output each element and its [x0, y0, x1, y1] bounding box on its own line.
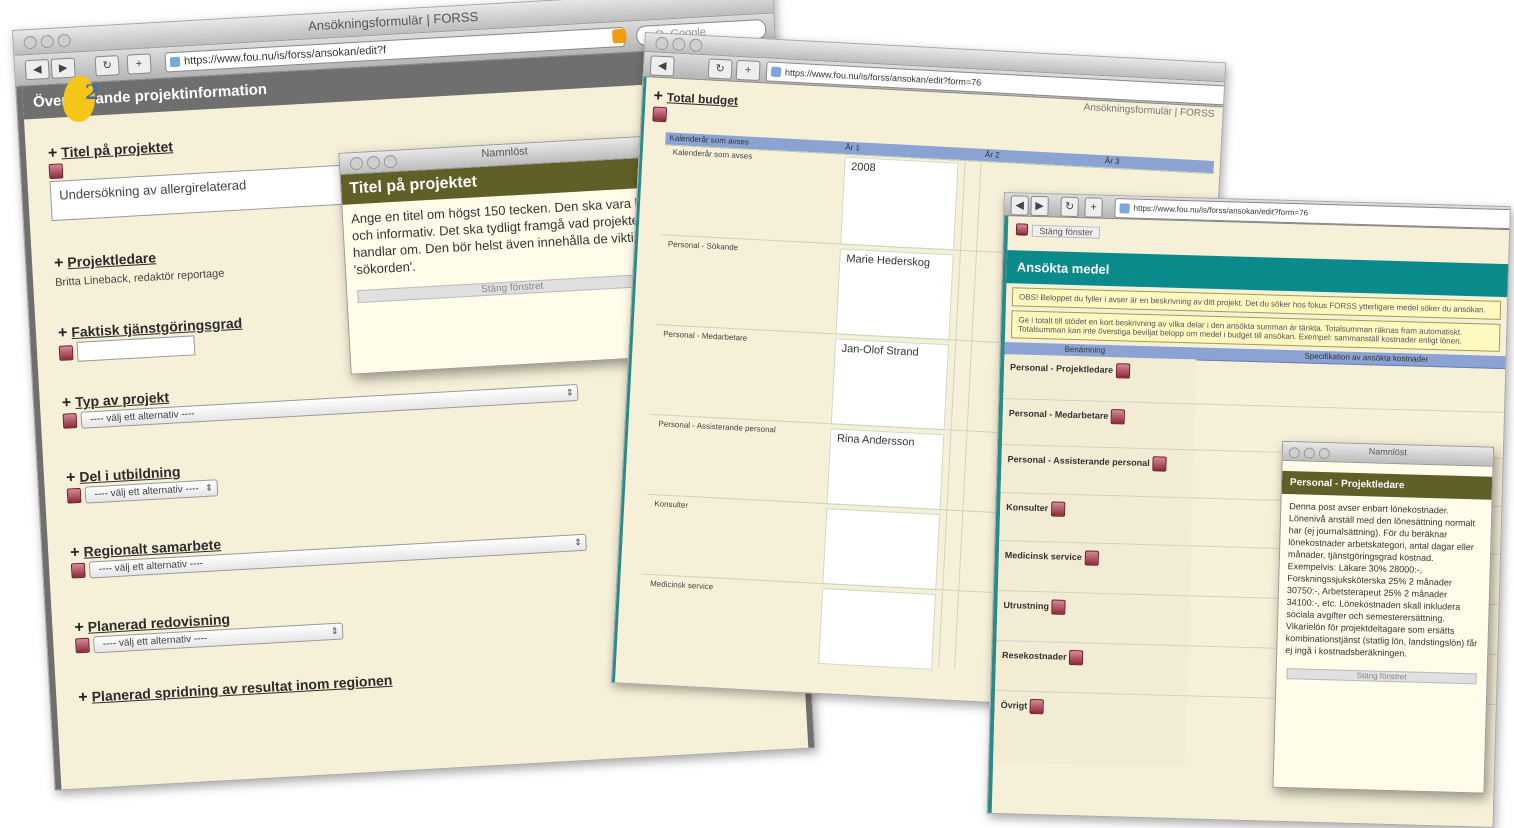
field-regionalt: + Regionalt samarbete ---- välj ett alter… — [70, 516, 588, 581]
back-button[interactable]: ◀ — [24, 58, 50, 81]
reload-button[interactable]: ↻ — [1060, 196, 1079, 218]
help-icon[interactable] — [62, 413, 78, 430]
year1-cell[interactable] — [818, 588, 936, 670]
cost-row-label: Utrustning — [1003, 598, 1066, 615]
close-icon[interactable] — [1015, 223, 1029, 236]
help-icon[interactable] — [1152, 456, 1167, 472]
help-icon[interactable] — [1051, 599, 1066, 615]
cost-row-label: Personal - Assisterande personal — [1007, 452, 1167, 472]
year1-cell[interactable]: Jan-Olof Strand — [830, 338, 950, 431]
add-bookmark-button[interactable]: + — [735, 59, 761, 82]
close-window-button[interactable]: Stäng fönstret — [1286, 668, 1477, 685]
year-1: År 1 — [845, 142, 861, 153]
cost-row-label: Personal - Medarbetare — [1009, 406, 1126, 425]
field-label[interactable]: Planerad spridning av resultat inom regi… — [91, 672, 392, 705]
back-button[interactable]: ◀ — [649, 55, 675, 77]
help-icon[interactable] — [66, 488, 82, 504]
browser-window-ansokta-medel: ◀ ▶ ↻ + https://www.fou.nu/is/forss/anso… — [986, 192, 1511, 828]
reload-button[interactable]: ↻ — [94, 55, 120, 77]
field-typ: + Typ av projekt ---- välj ett alternativ… — [61, 366, 580, 431]
add-bookmark-button[interactable]: + — [1084, 197, 1103, 218]
year1-cell[interactable]: 2008 — [840, 156, 959, 251]
field-faktisk: + Faktisk tjänstgöringsgrad — [58, 315, 244, 363]
reload-button[interactable]: ↻ — [707, 58, 733, 80]
popup-body: Ange en titel om högst 150 tecken. Den s… — [350, 194, 666, 278]
popup-titlebar: Namnlöst — [1282, 441, 1494, 467]
field-projektledare: + Projektledare Britta Lineback, redaktör… — [53, 249, 225, 289]
help-icon[interactable] — [58, 344, 74, 361]
year-3: År 3 — [1104, 156, 1120, 167]
help-icon[interactable] — [75, 637, 90, 654]
cost-row-label: Personal - Projektledare — [1010, 360, 1130, 379]
logo: 2 — [63, 76, 109, 126]
row-label: Personal - Assisterande personal — [658, 419, 776, 435]
forward-button[interactable]: ▶ — [1030, 195, 1049, 217]
year1-cell[interactable] — [822, 508, 941, 591]
logo-text: 2 — [85, 80, 99, 104]
back-button[interactable]: ◀ — [1010, 195, 1029, 216]
help-popup-projektledare: Namnlöst Personal - Projektledare Denna … — [1272, 440, 1495, 794]
help-icon[interactable] — [652, 106, 668, 123]
help-icon[interactable] — [1084, 550, 1099, 566]
year-2: År 2 — [984, 149, 1000, 160]
year1-cell[interactable]: Rina Andersson — [826, 428, 945, 511]
help-icon[interactable] — [1029, 698, 1044, 715]
cost-row-label: Konsulter — [1006, 500, 1065, 517]
help-icon[interactable] — [1115, 363, 1130, 379]
field-spridning: + Planerad spridning av resultat inom reg… — [77, 671, 393, 707]
header-benamning: Benämning — [1064, 344, 1106, 355]
total-budget-heading[interactable]: Total budget — [667, 90, 739, 108]
field-label[interactable]: Projektledare — [67, 249, 156, 270]
popup-body: Denna post avser enbart lönekostnader. L… — [1285, 501, 1478, 659]
row-label: Personal - Medarbetare — [662, 329, 748, 343]
close-window-link[interactable]: Stäng fönster — [1032, 224, 1101, 239]
help-icon[interactable] — [70, 563, 86, 579]
help-icon[interactable] — [1050, 501, 1065, 517]
cost-row-label: Övrigt — [1000, 698, 1044, 715]
field-planerad: + Planerad redovisning ---- välj ett alte… — [74, 604, 345, 655]
field-del: + Del i utbildning ---- välj ett alternat… — [66, 461, 219, 505]
help-icon[interactable] — [1068, 650, 1084, 666]
help-icon[interactable] — [1110, 409, 1126, 425]
year1-cell[interactable]: Marie Hederskog — [835, 248, 954, 341]
help-icon[interactable] — [48, 163, 64, 180]
row-label: Medicinsk service — [649, 579, 714, 592]
rss-icon[interactable] — [611, 28, 627, 44]
row-label: Kalenderår som avses — [672, 147, 753, 161]
row-label: Personal - Sökande — [667, 239, 739, 253]
row-label: Konsulter — [654, 499, 689, 510]
field-label[interactable]: Titel på projektet — [61, 138, 174, 160]
cost-row-label: Resekostnader — [1002, 648, 1084, 666]
add-bookmark-button[interactable]: + — [126, 53, 152, 75]
cost-row-label: Medicinsk service — [1005, 548, 1099, 566]
